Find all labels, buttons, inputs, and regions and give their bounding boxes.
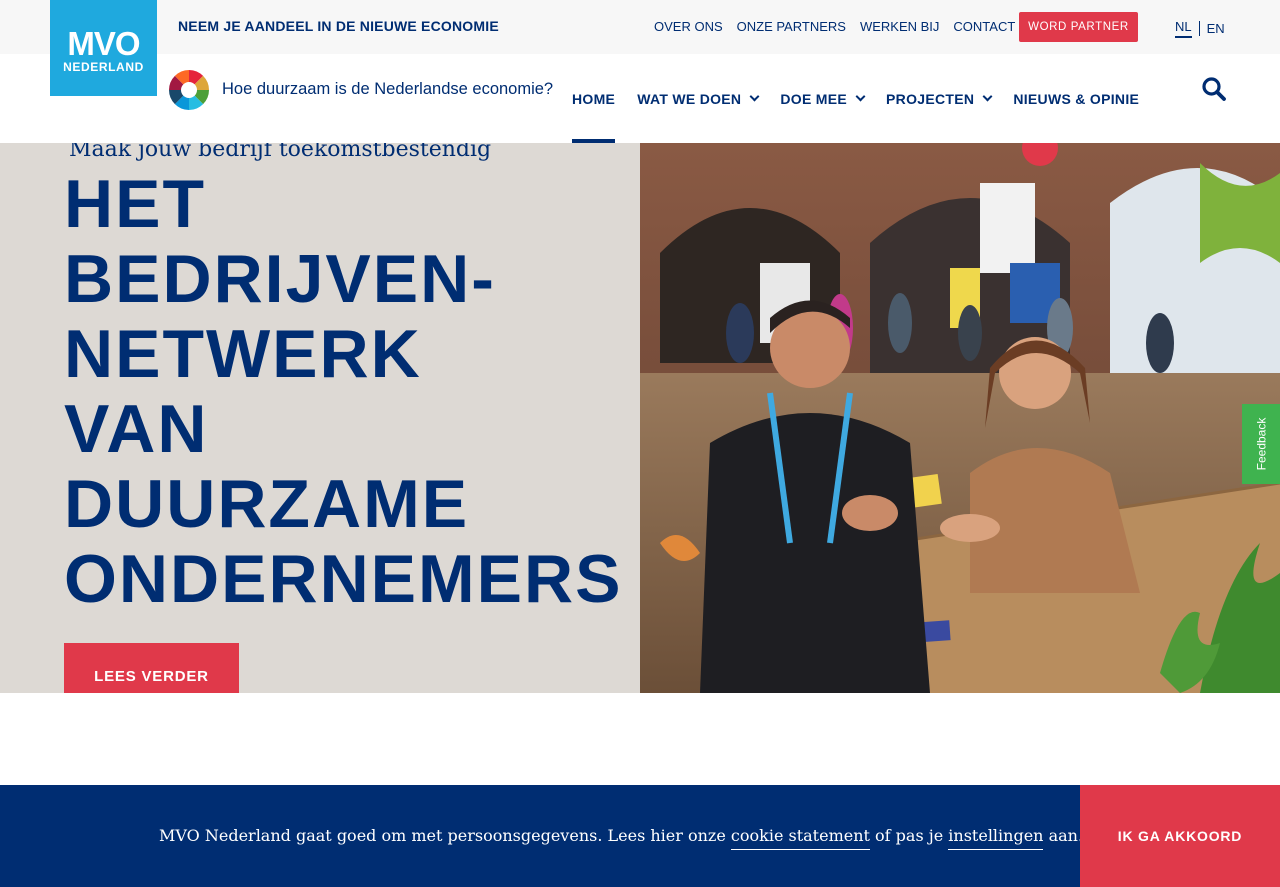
nav-label-nieuws-opinie: NIEUWS & OPINIE xyxy=(1013,90,1140,107)
cookie-text: MVO Nederland gaat goed om met persoonsg… xyxy=(159,826,1084,850)
cookie-text-part: MVO Nederland gaat goed om met persoonsg… xyxy=(159,826,731,845)
lang-divider xyxy=(1198,21,1200,36)
cookie-statement-link[interactable]: cookie statement xyxy=(730,826,870,850)
cookie-settings-link[interactable]: instellingen xyxy=(948,826,1044,850)
nav-label-projecten: PROJECTEN xyxy=(886,90,975,107)
top-link-over-ons[interactable]: OVER ONS xyxy=(654,19,723,34)
nav-item-projecten[interactable]: PROJECTEN xyxy=(886,54,993,143)
lees-verder-button[interactable]: LEES VERDER xyxy=(64,643,239,693)
economy-link[interactable]: Hoe duurzaam is de Nederlandse economie? xyxy=(222,80,553,99)
chevron-down-icon xyxy=(855,91,866,101)
headline-line: VAN xyxy=(64,391,209,467)
hero-photo xyxy=(640,143,1280,693)
lang-nl[interactable]: NL xyxy=(1175,19,1192,38)
hero-headline: HET BEDRIJVEN- NETWERK VAN DUURZAME ONDE… xyxy=(64,167,634,617)
hero-kicker: Maak jouw bedrijf toekomstbestendig xyxy=(69,143,492,162)
main-menu: HOME WAT WE DOEN DOE MEE PROJECTEN NIEUW… xyxy=(572,54,1161,143)
search-icon[interactable] xyxy=(1201,76,1227,102)
nav-item-doe-mee[interactable]: DOE MEE xyxy=(780,54,866,143)
nav-item-nieuws-opinie[interactable]: NIEUWS & OPINIE xyxy=(1013,54,1139,143)
nav-label-doe-mee: DOE MEE xyxy=(780,90,848,107)
hero-panel: Maak jouw bedrijf toekomstbestendig HET … xyxy=(0,143,640,693)
tagline: NEEM JE AANDEEL IN DE NIEUWE ECONOMIE xyxy=(178,18,499,34)
headline-line: BEDRIJVEN- xyxy=(64,241,496,317)
mvo-logo[interactable]: MVO NEDERLAND xyxy=(50,0,157,96)
top-link-onze-partners[interactable]: ONZE PARTNERS xyxy=(737,19,846,34)
cookie-text-part: aan. xyxy=(1043,826,1084,845)
language-switcher: NL EN xyxy=(1175,19,1225,38)
top-link-contact[interactable]: CONTACT xyxy=(953,19,1015,34)
top-bar: NEEM JE AANDEEL IN DE NIEUWE ECONOMIE OV… xyxy=(0,0,1280,54)
headline-line: ONDERNEMERS xyxy=(64,541,623,617)
word-partner-button[interactable]: WORD PARTNER xyxy=(1019,12,1138,42)
accept-cookies-button[interactable]: IK GA AKKOORD xyxy=(1080,785,1280,887)
chevron-down-icon xyxy=(749,91,760,101)
cookie-text-part: of pas je xyxy=(869,826,949,845)
lang-en[interactable]: EN xyxy=(1207,21,1225,36)
logo-text-nederland: NEDERLAND xyxy=(63,60,144,74)
nav-item-wat-we-doen[interactable]: WAT WE DOEN xyxy=(637,54,760,143)
headline-line: HET xyxy=(64,166,206,242)
feedback-label: Feedback xyxy=(1254,417,1269,471)
cookie-banner: MVO Nederland gaat goed om met persoonsg… xyxy=(0,785,1280,887)
headline-line: NETWERK xyxy=(64,316,422,392)
nav-label-home: HOME xyxy=(572,90,616,107)
main-nav: Hoe duurzaam is de Nederlandse economie?… xyxy=(0,54,1280,143)
nav-item-home[interactable]: HOME xyxy=(572,54,616,143)
feedback-tab[interactable]: Feedback xyxy=(1242,404,1280,484)
logo-text-mvo: MVO xyxy=(67,25,140,62)
top-links: OVER ONS ONZE PARTNERS WERKEN BIJ CONTAC… xyxy=(654,19,1015,34)
headline-line: DUURZAME xyxy=(64,466,470,542)
nav-label-wat-we-doen: WAT WE DOEN xyxy=(637,90,742,107)
sdg-wheel-icon[interactable] xyxy=(169,70,209,110)
top-link-werken-bij[interactable]: WERKEN BIJ xyxy=(860,19,939,34)
chevron-down-icon xyxy=(982,91,993,101)
